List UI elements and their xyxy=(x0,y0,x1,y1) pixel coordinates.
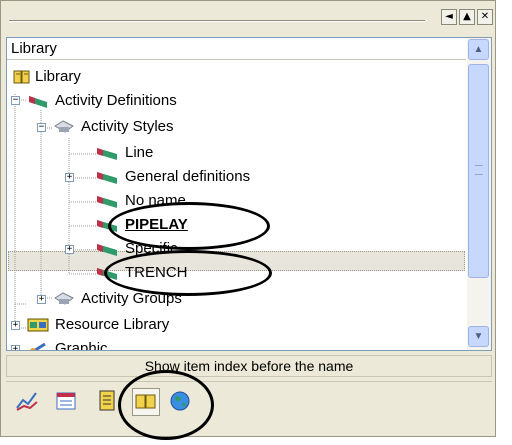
activity-flag-icon xyxy=(97,268,117,280)
document-button[interactable] xyxy=(94,388,122,416)
close-button[interactable]: ✕ xyxy=(477,9,493,25)
calendar-icon xyxy=(56,392,76,410)
scroll-up-button[interactable]: ▲ xyxy=(468,39,489,60)
tree-item-graphic[interactable]: + Graphic xyxy=(7,338,307,351)
tree-item-activity-groups[interactable]: + Activity Groups xyxy=(7,288,307,310)
tree-item-label: PIPELAY xyxy=(125,216,188,233)
expand-toggle[interactable]: + xyxy=(11,345,20,350)
collapse-up-button[interactable]: ▲ xyxy=(459,9,475,25)
document-icon xyxy=(99,390,115,411)
expand-toggle[interactable]: + xyxy=(37,295,46,304)
activity-flag-icon xyxy=(97,244,117,256)
scroll-down-button[interactable]: ▼ xyxy=(468,326,489,347)
graphic-icon xyxy=(30,342,46,350)
tree-item-label: General definitions xyxy=(125,168,251,185)
activity-flag-icon xyxy=(97,172,117,184)
drag-grip[interactable] xyxy=(9,20,425,22)
folder-icon xyxy=(54,120,74,133)
calendar-button[interactable] xyxy=(54,388,82,416)
tree-item-label: Activity Definitions xyxy=(55,92,177,109)
tree-item-activity-styles[interactable]: − Activity Styles xyxy=(7,116,307,138)
globe-icon xyxy=(170,391,190,411)
chart-icon xyxy=(16,392,38,411)
tree-item-label: Library xyxy=(35,68,81,85)
status-hint: Show item index before the name xyxy=(6,355,492,377)
chart-button[interactable] xyxy=(14,388,42,416)
activity-flag-icon xyxy=(97,148,117,160)
tree-item-resource-library[interactable]: + Resource Library xyxy=(7,314,307,336)
tree-item-label: Activity Styles xyxy=(81,118,174,135)
collapse-left-button[interactable]: ◄ xyxy=(441,9,457,25)
book-icon xyxy=(13,70,30,84)
tree-item-line[interactable]: Line xyxy=(7,142,307,164)
tree-item-activity-definitions[interactable]: − Activity Definitions xyxy=(7,90,307,112)
library-tab-button[interactable] xyxy=(132,388,160,416)
panel-titlebar[interactable]: ◄ ▲ ✕ xyxy=(5,9,493,31)
activity-flag-icon xyxy=(97,220,117,232)
tree-item-trench[interactable]: TRENCH xyxy=(7,262,307,284)
activity-flag-icon xyxy=(97,196,117,208)
expand-toggle[interactable]: + xyxy=(11,321,20,330)
expand-toggle[interactable]: + xyxy=(65,173,74,182)
tree-item-label: Resource Library xyxy=(55,316,170,333)
activity-flag-icon xyxy=(29,96,47,108)
outer-edge-bottom xyxy=(0,437,496,445)
collapse-toggle[interactable]: − xyxy=(11,96,20,105)
tree-item-label: TRENCH xyxy=(125,264,188,281)
tree-item-label: No name xyxy=(125,192,186,209)
tree-item-no-name[interactable]: No name xyxy=(7,190,307,212)
tree-item-general-definitions[interactable]: + General definitions xyxy=(7,166,347,188)
resource-icon xyxy=(27,318,49,332)
tree-item-specific[interactable]: + Specific xyxy=(7,238,307,260)
tree-item-label: Graphic xyxy=(55,340,108,351)
tree-item-label: Activity Groups xyxy=(81,290,182,307)
tree-item-pipelay[interactable]: PIPELAY xyxy=(7,214,307,236)
tree-item-label: Line xyxy=(125,144,154,161)
collapse-toggle[interactable]: − xyxy=(37,123,46,132)
outer-edge-right xyxy=(496,0,512,445)
globe-button[interactable] xyxy=(168,388,196,416)
scroll-thumb[interactable] xyxy=(468,64,489,278)
expand-toggle[interactable]: + xyxy=(65,245,74,254)
bottom-toolbar xyxy=(6,381,492,422)
library-book-icon xyxy=(135,394,156,409)
folder-icon xyxy=(54,292,74,305)
library-panel: ◄ ▲ ✕ Library Library − Activity Definit… xyxy=(0,0,496,437)
tree-item-library[interactable]: Library xyxy=(7,66,207,88)
tree-scrollbar[interactable]: ▲ ▼ xyxy=(467,38,491,350)
library-tree[interactable]: Library Library − Activity Definitions −… xyxy=(6,37,492,351)
tree-item-label: Specific xyxy=(125,240,178,257)
